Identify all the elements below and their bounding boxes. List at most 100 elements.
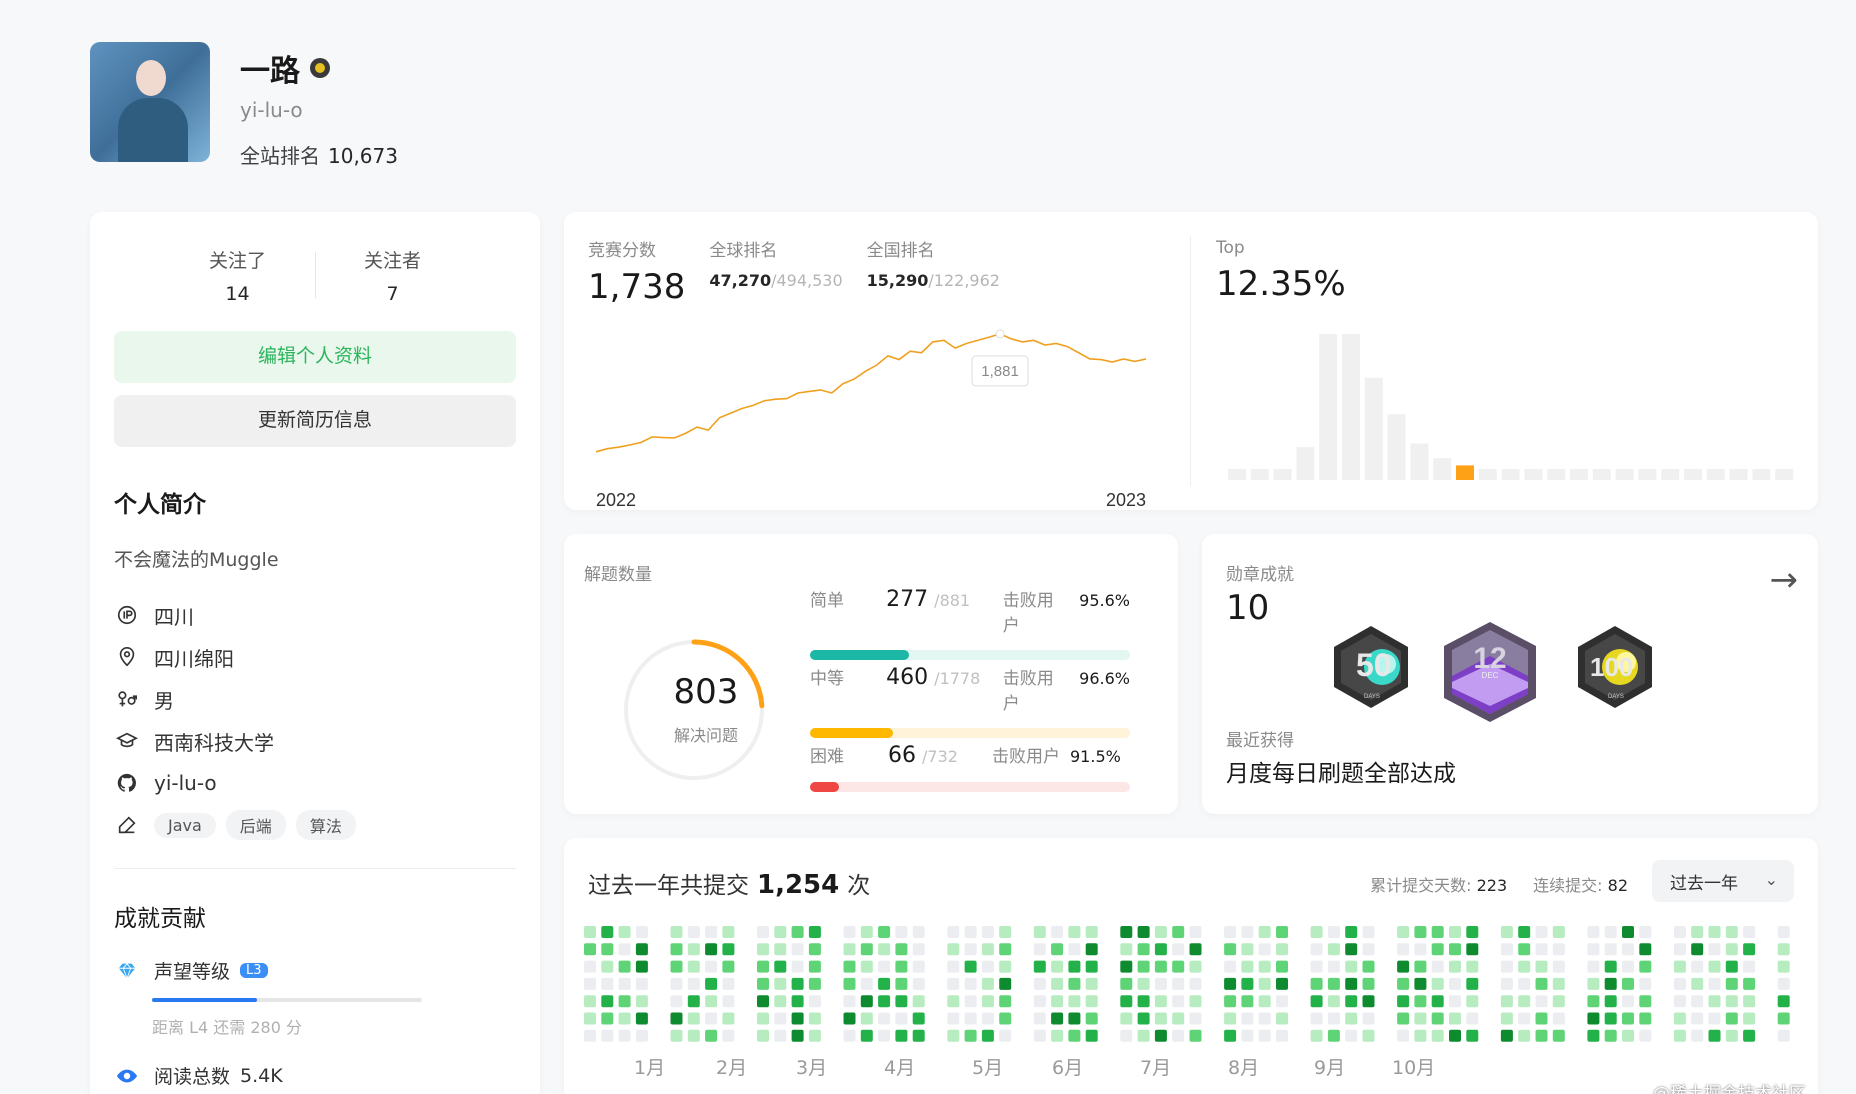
heatmap-cell[interactable] [1154, 1029, 1167, 1042]
heatmap-cell[interactable] [1068, 977, 1081, 990]
heatmap-cell[interactable] [1258, 977, 1271, 990]
heatmap-cell[interactable] [1033, 1029, 1046, 1042]
heatmap-cell[interactable] [808, 977, 821, 990]
heatmap-cell[interactable] [895, 960, 908, 973]
heatmap-cell[interactable] [878, 960, 891, 973]
heatmap-cell[interactable] [774, 1012, 787, 1025]
heatmap-cell[interactable] [1552, 1012, 1565, 1025]
heatmap-cell[interactable] [670, 1029, 683, 1042]
heatmap-cell[interactable] [1276, 995, 1288, 1008]
heatmap-cell[interactable] [1587, 943, 1600, 956]
heatmap-cell[interactable] [1500, 926, 1513, 938]
heatmap-cell[interactable] [1276, 1029, 1288, 1042]
heatmap-cell[interactable] [895, 943, 908, 956]
heatmap-cell[interactable] [757, 995, 769, 1008]
heatmap-cell[interactable] [1137, 995, 1150, 1008]
heatmap-cell[interactable] [618, 1029, 631, 1042]
heatmap-cell[interactable] [1449, 995, 1461, 1008]
heatmap-cell[interactable] [1673, 1029, 1686, 1042]
heatmap-cell[interactable] [584, 995, 596, 1008]
heatmap-cell[interactable] [1068, 1012, 1081, 1025]
heatmap-cell[interactable] [1327, 1029, 1340, 1042]
heatmap-cell[interactable] [618, 926, 631, 938]
heatmap-cell[interactable] [1622, 1029, 1634, 1042]
heatmap-cell[interactable] [1708, 926, 1721, 938]
edit-profile-button[interactable]: 编辑个人资料 [114, 331, 516, 383]
range-select[interactable]: 过去一年 ⌄ [1652, 860, 1794, 902]
heatmap-cell[interactable] [1033, 995, 1046, 1008]
heatmap-cell[interactable] [1552, 926, 1565, 938]
heatmap-cell[interactable] [1189, 977, 1202, 990]
heatmap-cell[interactable] [1085, 995, 1098, 1008]
skill-tag[interactable]: 后端 [225, 810, 286, 840]
heatmap-cell[interactable] [1725, 977, 1738, 990]
heatmap-cell[interactable] [757, 977, 769, 990]
heatmap-cell[interactable] [1397, 926, 1410, 938]
heatmap-cell[interactable] [1189, 960, 1202, 973]
heatmap-cell[interactable] [912, 960, 925, 973]
heatmap-cell[interactable] [1622, 926, 1634, 938]
heatmap-cell[interactable] [722, 1029, 735, 1042]
heatmap-cell[interactable] [1137, 1012, 1150, 1025]
heatmap-cell[interactable] [1431, 960, 1444, 973]
heatmap-cell[interactable] [1172, 1029, 1185, 1042]
heatmap-cell[interactable] [860, 1029, 873, 1042]
heatmap-cell[interactable] [670, 995, 683, 1008]
heatmap-cell[interactable] [1691, 1029, 1704, 1042]
heatmap-cell[interactable] [1033, 943, 1046, 956]
heatmap-cell[interactable] [757, 960, 769, 973]
heatmap-cell[interactable] [1154, 960, 1167, 973]
heatmap-cell[interactable] [1500, 943, 1513, 956]
heatmap-cell[interactable] [601, 995, 614, 1008]
heatmap-cell[interactable] [670, 960, 683, 973]
heatmap-cell[interactable] [1241, 943, 1254, 956]
heatmap-cell[interactable] [1310, 960, 1323, 973]
heatmap-cell[interactable] [1120, 943, 1133, 956]
dec-12-medal[interactable]: 12 DEC [1440, 620, 1540, 724]
heatmap-cell[interactable] [1137, 960, 1150, 973]
github-row[interactable]: yi-lu-o [114, 762, 516, 804]
heatmap-cell[interactable] [1708, 1012, 1721, 1025]
heatmap-cell[interactable] [601, 977, 614, 990]
heatmap-cell[interactable] [1725, 1029, 1738, 1042]
heatmap-cell[interactable] [1500, 960, 1513, 973]
heatmap-cell[interactable] [1345, 995, 1358, 1008]
heatmap-cell[interactable] [757, 1029, 769, 1042]
heatmap-cell[interactable] [774, 926, 787, 938]
heatmap-cell[interactable] [1033, 926, 1046, 938]
100-days-medal[interactable]: 100 DAYS [1570, 622, 1660, 712]
heatmap-cell[interactable] [791, 995, 804, 1008]
heatmap-cell[interactable] [1431, 1029, 1444, 1042]
heatmap-cell[interactable] [947, 1012, 960, 1025]
heatmap-cell[interactable] [1033, 960, 1046, 973]
heatmap-cell[interactable] [1154, 977, 1167, 990]
heatmap-cell[interactable] [981, 943, 994, 956]
heatmap-cell[interactable] [964, 943, 977, 956]
heatmap-cell[interactable] [774, 977, 787, 990]
heatmap-cell[interactable] [1518, 1029, 1531, 1042]
heatmap-cell[interactable] [1068, 995, 1081, 1008]
heatmap-cell[interactable] [1725, 1012, 1738, 1025]
heatmap-cell[interactable] [1673, 943, 1686, 956]
heatmap-cell[interactable] [687, 960, 700, 973]
heatmap-cell[interactable] [1224, 926, 1237, 938]
heatmap-cell[interactable] [618, 995, 631, 1008]
heatmap-cell[interactable] [791, 1029, 804, 1042]
heatmap-cell[interactable] [964, 1029, 977, 1042]
heatmap-cell[interactable] [791, 960, 804, 973]
heatmap-cell[interactable] [912, 1012, 925, 1025]
heatmap-cell[interactable] [860, 960, 873, 973]
heatmap-cell[interactable] [1604, 1012, 1617, 1025]
heatmap-cell[interactable] [1224, 1012, 1237, 1025]
heatmap-cell[interactable] [912, 1029, 925, 1042]
heatmap-cell[interactable] [670, 977, 683, 990]
heatmap-cell[interactable] [1431, 977, 1444, 990]
heatmap-cell[interactable] [687, 977, 700, 990]
heatmap-cell[interactable] [1241, 1012, 1254, 1025]
heatmap-cell[interactable] [1604, 977, 1617, 990]
heatmap-cell[interactable] [999, 995, 1012, 1008]
heatmap-cell[interactable] [1224, 977, 1237, 990]
heatmap-cell[interactable] [1604, 995, 1617, 1008]
heatmap-cell[interactable] [1345, 1029, 1358, 1042]
heatmap-cell[interactable] [1189, 943, 1202, 956]
